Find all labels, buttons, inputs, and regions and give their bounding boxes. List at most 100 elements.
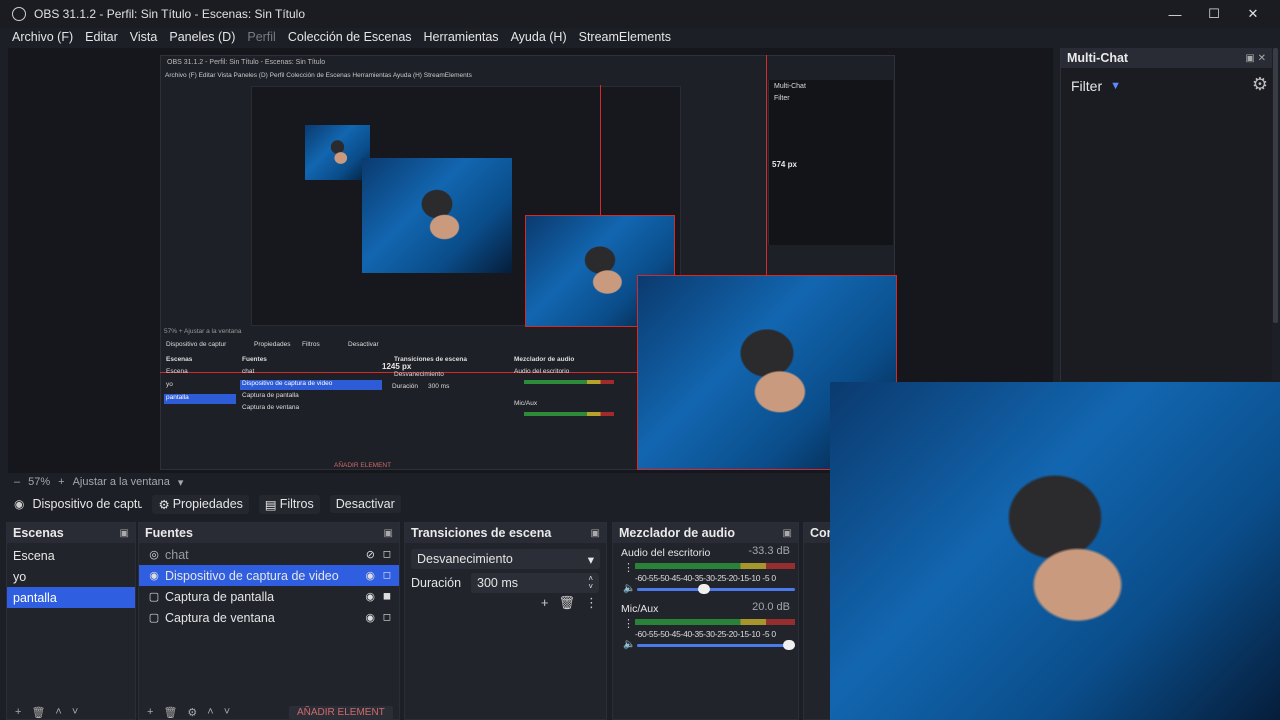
monitor-icon: ▢ [148, 591, 160, 603]
add-icon[interactable]: + [147, 706, 153, 718]
duration-spinbox[interactable]: 300 ms ˄ ˅ [471, 573, 600, 593]
sources-dock: Fuentes ▣ ◎ chat ⊘ ◻ ◉ Dispositivo de ca… [138, 522, 400, 720]
chevron-down-icon: ▼ [1110, 80, 1122, 92]
minimize-icon[interactable]: — [1155, 0, 1195, 28]
source-label: Captura de ventana [165, 610, 275, 625]
menu-herramientas[interactable]: Herramientas [418, 28, 505, 46]
scenes-header: Escenas ▣ [7, 523, 135, 543]
trash-icon[interactable]: 🗑 [31, 706, 45, 719]
menu-archivo[interactable]: Archivo (F) [6, 28, 79, 46]
obs-logo-icon [12, 7, 26, 21]
window-icon: ▢ [148, 612, 160, 624]
eye-icon[interactable]: ◉ [365, 569, 375, 582]
guide-line [766, 55, 767, 275]
properties-button[interactable]: ⚙ Propiedades [152, 494, 249, 514]
speaker-icon[interactable]: 🔈 [623, 639, 635, 650]
kebab-menu-icon[interactable]: ⋮ [585, 595, 598, 611]
deactivate-button[interactable]: Desactivar [329, 495, 401, 513]
scene-item-pantalla[interactable]: pantalla [7, 587, 135, 608]
multichat-dock: Multi-Chat ▣ ✕ Filter ▼ ⚙ [1060, 48, 1272, 381]
volume-slider[interactable] [637, 644, 795, 647]
nested-source-item: Dispositivo de captura de video [240, 380, 382, 390]
multichat-title: Multi-Chat [1067, 51, 1129, 65]
add-icon[interactable]: + [15, 706, 21, 718]
selected-source-name: Dispositivo de captur [32, 497, 143, 511]
lock-icon[interactable]: ◼ [383, 591, 391, 602]
volume-slider-handle[interactable] [698, 584, 711, 594]
add-source-button[interactable]: AÑADIR ELEMENT [289, 706, 393, 719]
volume-meter [635, 563, 795, 569]
volume-slider[interactable] [637, 588, 795, 591]
source-toolbar: ◉ Dispositivo de captur ⚙ Propiedades ▤ … [0, 492, 830, 516]
scenes-title: Escenas [13, 526, 64, 540]
lock-icon[interactable]: ◻ [383, 612, 391, 623]
kebab-menu-icon[interactable]: ⋮ [623, 561, 634, 574]
chevron-up-icon[interactable]: ˄ [55, 706, 61, 718]
close-icon[interactable]: ✕ [1233, 0, 1273, 28]
zoom-plus[interactable]: + [58, 476, 64, 488]
window-title: OBS 31.1.2 - Perfil: Sin Título - Escena… [34, 7, 306, 21]
menu-paneles[interactable]: Paneles (D) [163, 28, 241, 46]
undock-icon[interactable]: ▣ ✕ [1245, 53, 1266, 64]
eye-hidden-icon[interactable]: ⊘ [366, 548, 375, 561]
gear-icon[interactable]: ⚙ [187, 706, 197, 719]
chevron-down-icon[interactable]: ▾ [178, 476, 184, 489]
scrollbar[interactable] [1273, 48, 1278, 323]
mixer-title: Mezclador de audio [619, 526, 735, 540]
source-item-video-capture[interactable]: ◉ Dispositivo de captura de video ◉ ◻ [139, 565, 399, 586]
channel-db: 20.0 dB [752, 601, 790, 613]
menu-ayuda[interactable]: Ayuda (H) [505, 28, 573, 46]
duration-row: Duración 300 ms ˄ ˅ [411, 573, 600, 593]
scene-item-yo[interactable]: yo [7, 566, 135, 587]
chevron-down-icon[interactable]: ˅ [72, 706, 78, 718]
browser-icon: ◎ [149, 549, 159, 561]
zoom-minus[interactable]: – [14, 476, 20, 488]
add-icon[interactable]: + [541, 595, 549, 611]
eye-icon[interactable]: ◉ [365, 611, 375, 624]
nested-add: AÑADIR ELEMENT [334, 462, 392, 469]
filters-button[interactable]: ▤ Filtros [258, 494, 320, 514]
webcam-feed-small [305, 125, 370, 180]
zoom-fit[interactable]: Ajustar a la ventana [73, 476, 170, 488]
eye-icon[interactable]: ◉ [365, 590, 375, 603]
filter-dropdown[interactable]: Filter ▼ [1061, 68, 1272, 104]
nested-props: Propiedades [254, 341, 291, 348]
menu-streamelements[interactable]: StreamElements [573, 28, 677, 46]
nested-source-item: chat [242, 368, 255, 375]
undock-icon[interactable]: ▣ [120, 528, 129, 539]
menu-coleccion-escenas[interactable]: Colección de Escenas [282, 28, 418, 46]
undock-icon[interactable]: ▣ [591, 528, 600, 539]
chevron-down-icon[interactable]: ˅ [224, 706, 230, 718]
menu-editar[interactable]: Editar [79, 28, 124, 46]
guide-line [600, 85, 601, 215]
speaker-icon[interactable]: 🔈 [623, 583, 635, 594]
scene-item-escena[interactable]: Escena [7, 545, 135, 566]
source-item-window-capture[interactable]: ▢ Captura de ventana ◉ ◻ [139, 607, 399, 628]
zoom-row: – 57% + Ajustar a la ventana ▾ [0, 474, 830, 490]
trash-icon[interactable]: 🗑 [558, 595, 575, 611]
transition-select[interactable]: Desvanecimiento ▾ [411, 549, 600, 569]
trash-icon[interactable]: 🗑 [163, 706, 177, 719]
volume-meter [635, 619, 795, 625]
transitions-dock: Transiciones de escena ▣ Desvanecimiento… [404, 522, 607, 720]
volume-slider-handle[interactable] [783, 640, 795, 650]
chevron-up-icon[interactable]: ˄ [207, 706, 213, 718]
undock-icon[interactable]: ▣ [384, 528, 393, 539]
nested-docks: Dispositivo de captur Propiedades Filtro… [162, 338, 632, 469]
lock-icon[interactable]: ◻ [383, 549, 391, 560]
source-item-chat[interactable]: ◎ chat ⊘ ◻ [139, 544, 399, 565]
channel-db: -33.3 dB [748, 545, 790, 557]
gear-icon[interactable]: ⚙ [1252, 74, 1268, 95]
maximize-icon[interactable]: ☐ [1194, 0, 1234, 28]
nested-title: OBS 31.1.2 - Perfil: Sin Título - Escena… [167, 59, 326, 66]
webcam-feed-small [362, 158, 512, 273]
undock-icon[interactable]: ▣ [783, 528, 792, 539]
menu-vista[interactable]: Vista [124, 28, 164, 46]
height-label: 574 px [772, 160, 797, 169]
channel-name: Audio del escritorio [621, 547, 711, 559]
mixer-channel-mic: Mic/Aux 20.0 dB ⋮ -60-55-50-45-40-35-30-… [617, 599, 795, 655]
kebab-menu-icon[interactable]: ⋮ [623, 617, 634, 630]
spin-arrows-icon[interactable]: ˄ ˅ [588, 575, 593, 591]
lock-icon[interactable]: ◻ [383, 570, 391, 581]
source-item-screen-capture[interactable]: ▢ Captura de pantalla ◉ ◼ [139, 586, 399, 607]
